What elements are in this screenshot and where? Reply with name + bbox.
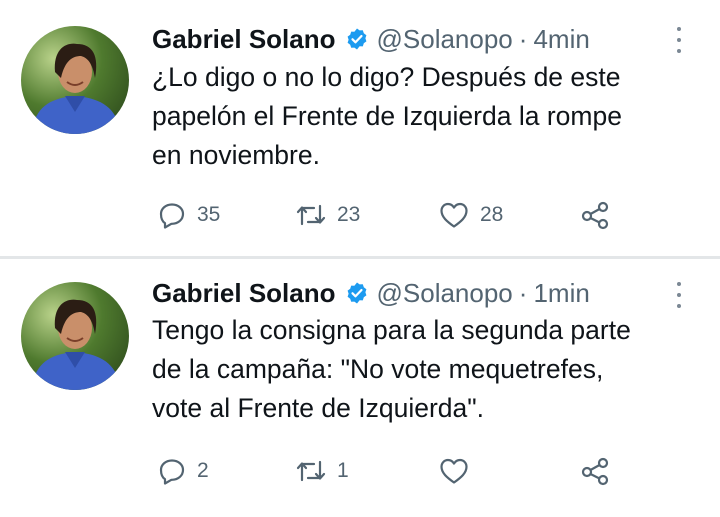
share-button[interactable] [579,455,611,487]
like-button[interactable] [438,455,480,487]
verified-badge-icon [345,281,369,305]
retweet-button[interactable]: 1 [295,455,349,487]
heart-icon [438,456,470,486]
tweet-header: Gabriel Solano @Solanopo · 4min [152,21,590,57]
tweet-text: ¿Lo digo o no lo digo? Después de este p… [152,62,622,170]
like-button[interactable]: 28 [438,199,503,231]
retweet-button[interactable]: 23 [295,199,360,231]
reply-count: 2 [197,459,209,482]
heart-icon [438,200,470,230]
retweet-count: 23 [337,203,361,226]
share-nodes-icon [579,456,611,486]
reply-button[interactable]: 35 [157,199,220,231]
tweet[interactable]: Gabriel Solano @Solanopo · 1min Tengo la… [0,259,720,517]
author-name[interactable]: Gabriel Solano [152,278,336,309]
timestamp[interactable]: 1min [533,278,589,309]
author-name[interactable]: Gabriel Solano [152,24,336,55]
separator-dot: · [518,277,528,308]
author-handle[interactable]: @Solanopo [377,278,513,309]
tweet-header: Gabriel Solano @Solanopo · 1min [152,275,590,311]
reply-bubble-icon [157,200,187,230]
reply-button[interactable]: 2 [157,455,209,487]
more-options-icon[interactable] [675,282,683,308]
share-button[interactable] [579,199,611,231]
avatar[interactable] [21,26,129,134]
more-options-icon[interactable] [675,27,683,53]
tweet-actions: 35 23 28 [157,199,627,231]
retweet-arrows-icon [295,456,327,486]
tweet[interactable]: Gabriel Solano @Solanopo · 4min ¿Lo digo… [0,0,720,256]
reply-bubble-icon [157,456,187,486]
tweet-actions: 2 1 [157,455,627,487]
retweet-count: 1 [337,459,349,482]
author-handle[interactable]: @Solanopo [377,24,513,55]
retweet-arrows-icon [295,200,327,230]
share-nodes-icon [579,200,611,230]
like-count: 28 [480,203,504,226]
timestamp[interactable]: 4min [533,24,589,55]
avatar[interactable] [21,282,129,390]
reply-count: 35 [197,203,221,226]
tweet-text: Tengo la consigna para la segunda parte … [152,315,631,423]
separator-dot: · [518,23,528,54]
verified-badge-icon [345,27,369,51]
tweet-feed: Gabriel Solano @Solanopo · 4min ¿Lo digo… [0,0,720,517]
